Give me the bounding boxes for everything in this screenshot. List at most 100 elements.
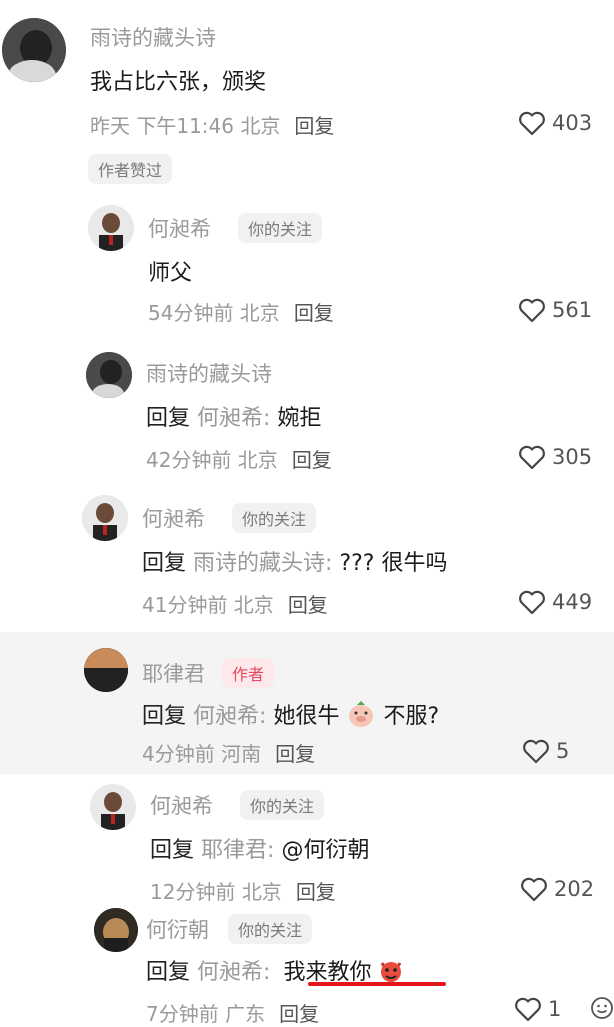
avatar[interactable] bbox=[94, 908, 138, 952]
timestamp: 54分钟前 北京 bbox=[148, 301, 280, 325]
avatar-image bbox=[88, 205, 134, 251]
username[interactable]: 耶律君 bbox=[142, 658, 205, 688]
reply-text: 她很牛 bbox=[273, 704, 340, 729]
following-badge: 你的关注 bbox=[240, 790, 325, 820]
avatar-image bbox=[82, 495, 128, 541]
comment-meta: 41分钟前 北京 回复 bbox=[142, 589, 328, 618]
avatar[interactable] bbox=[86, 352, 132, 398]
comment-text: 师父 bbox=[148, 261, 193, 286]
reply-target[interactable]: 何昶希: bbox=[193, 704, 266, 729]
timestamp: 12分钟前 北京 bbox=[150, 880, 282, 904]
like-count: 1 bbox=[548, 997, 562, 1021]
heart-outline-icon bbox=[519, 445, 545, 470]
avatar[interactable] bbox=[82, 495, 128, 541]
heart-outline-icon bbox=[521, 877, 547, 902]
timestamp: 41分钟前 北京 bbox=[142, 593, 274, 617]
avatar-image bbox=[90, 784, 136, 830]
reply-target[interactable]: 何昶希: bbox=[197, 960, 270, 985]
reply-button[interactable]: 回复 bbox=[294, 301, 334, 325]
like-button[interactable]: 449 bbox=[518, 589, 592, 615]
like-count: 5 bbox=[556, 739, 570, 763]
username[interactable]: 雨诗的藏头诗 bbox=[146, 358, 272, 388]
timestamp: 7分钟前 广东 bbox=[146, 1002, 266, 1026]
like-button[interactable]: 305 bbox=[518, 444, 592, 470]
comment-3: 雨诗的藏头诗 回复 何昶希: 婉拒 42分钟前 北京 回复 305 bbox=[0, 340, 614, 485]
reply-text: ??? 很牛吗 bbox=[339, 551, 448, 576]
like-button[interactable]: 403 bbox=[518, 110, 592, 136]
reply-button[interactable]: 回复 bbox=[288, 593, 328, 617]
author-liked-badge: 作者赞过 bbox=[88, 154, 173, 184]
comment-7: 何衍朝 你的关注 回复 何昶希: 我来教你 7分钟前 广东 回复 1 bbox=[0, 904, 614, 1027]
reply-button[interactable]: 回复 bbox=[275, 742, 315, 766]
username[interactable]: 何昶希 bbox=[142, 503, 205, 533]
following-badge: 你的关注 bbox=[238, 213, 323, 243]
avatar-image bbox=[94, 908, 138, 952]
comment-text: 我占比六张，颁奖 bbox=[90, 70, 267, 95]
like-button[interactable]: 1 bbox=[514, 996, 561, 1022]
avatar-image bbox=[2, 18, 66, 82]
comment-5-highlighted: 耶律君 作者 回复 何昶希: 她很牛 不服? 4分钟前 河南 回复 5 bbox=[0, 632, 614, 774]
avatar[interactable] bbox=[84, 648, 128, 692]
username[interactable]: 雨诗的藏头诗 bbox=[90, 22, 216, 52]
avatar[interactable] bbox=[88, 205, 134, 251]
smiley-face-icon[interactable] bbox=[590, 996, 614, 1024]
avatar-image bbox=[84, 648, 128, 692]
username[interactable]: 何衍朝 bbox=[146, 914, 209, 944]
comment-meta: 4分钟前 河南 回复 bbox=[142, 738, 315, 767]
comment-6: 何昶希 你的关注 回复 耶律君: @何衍朝 12分钟前 北京 回复 202 bbox=[0, 774, 614, 904]
timestamp: 4分钟前 河南 bbox=[142, 742, 262, 766]
avatar[interactable] bbox=[2, 18, 66, 82]
reply-prefix: 回复 bbox=[146, 960, 191, 985]
reply-prefix: 回复 bbox=[150, 838, 195, 863]
comment-text: 回复 耶律君: @何衍朝 bbox=[150, 832, 369, 864]
following-badge: 你的关注 bbox=[228, 914, 313, 944]
avatar-image bbox=[86, 352, 132, 398]
comment-meta: 42分钟前 北京 回复 bbox=[146, 444, 332, 473]
comment-1: 雨诗的藏头诗 我占比六张，颁奖 昨天 下午11:46 北京 回复 403 作者赞过 bbox=[0, 0, 614, 195]
comment-text: 回复 雨诗的藏头诗: ??? 很牛吗 bbox=[142, 545, 447, 577]
like-button[interactable]: 5 bbox=[522, 738, 569, 764]
comment-meta: 7分钟前 广东 回复 bbox=[146, 998, 319, 1027]
red-underline bbox=[308, 982, 446, 986]
reply-button[interactable]: 回复 bbox=[296, 880, 336, 904]
comment-text: 回复 何昶希: 她很牛 不服? bbox=[142, 698, 439, 735]
following-badge: 你的关注 bbox=[232, 503, 317, 533]
reply-target[interactable]: 何昶希: bbox=[197, 406, 270, 431]
timestamp: 42分钟前 北京 bbox=[146, 448, 278, 472]
reply-button[interactable]: 回复 bbox=[279, 1002, 319, 1026]
heart-outline-icon bbox=[519, 298, 545, 323]
like-count: 561 bbox=[552, 298, 593, 322]
like-count: 202 bbox=[554, 877, 595, 901]
reply-target[interactable]: 雨诗的藏头诗: bbox=[193, 551, 332, 576]
reply-button[interactable]: 回复 bbox=[294, 114, 334, 138]
timestamp: 昨天 下午11:46 北京 bbox=[90, 114, 281, 138]
like-button[interactable]: 202 bbox=[520, 876, 594, 902]
reply-text-2: 不服? bbox=[383, 704, 440, 729]
comment-meta: 昨天 下午11:46 北京 回复 bbox=[90, 110, 334, 139]
like-button[interactable]: 561 bbox=[518, 297, 592, 323]
like-count: 449 bbox=[552, 590, 593, 614]
heart-outline-icon bbox=[523, 739, 549, 764]
reply-prefix: 回复 bbox=[142, 704, 187, 729]
comment-2: 何昶希 你的关注 师父 54分钟前 北京 回复 561 bbox=[0, 195, 614, 340]
like-count: 305 bbox=[552, 445, 593, 469]
heart-outline-icon bbox=[519, 590, 545, 615]
reply-text: 婉拒 bbox=[277, 406, 322, 431]
username[interactable]: 何昶希 bbox=[148, 213, 211, 243]
heart-outline-icon bbox=[515, 997, 541, 1022]
pig-sticker-icon bbox=[346, 699, 376, 735]
reply-prefix: 回复 bbox=[142, 551, 187, 576]
comment-meta: 54分钟前 北京 回复 bbox=[148, 297, 334, 326]
heart-outline-icon bbox=[519, 111, 545, 136]
username[interactable]: 何昶希 bbox=[150, 790, 213, 820]
author-badge: 作者 bbox=[222, 658, 275, 688]
comment-meta: 12分钟前 北京 回复 bbox=[150, 876, 336, 905]
avatar[interactable] bbox=[90, 784, 136, 830]
comment-4: 何昶希 你的关注 回复 雨诗的藏头诗: ??? 很牛吗 41分钟前 北京 回复 4… bbox=[0, 485, 614, 630]
reply-prefix: 回复 bbox=[146, 406, 191, 431]
comment-text: 回复 何昶希: 婉拒 bbox=[146, 400, 321, 432]
reply-target[interactable]: 耶律君: bbox=[201, 838, 274, 863]
like-count: 403 bbox=[552, 111, 593, 135]
reply-text[interactable]: @何衍朝 bbox=[281, 838, 369, 863]
reply-button[interactable]: 回复 bbox=[292, 448, 332, 472]
